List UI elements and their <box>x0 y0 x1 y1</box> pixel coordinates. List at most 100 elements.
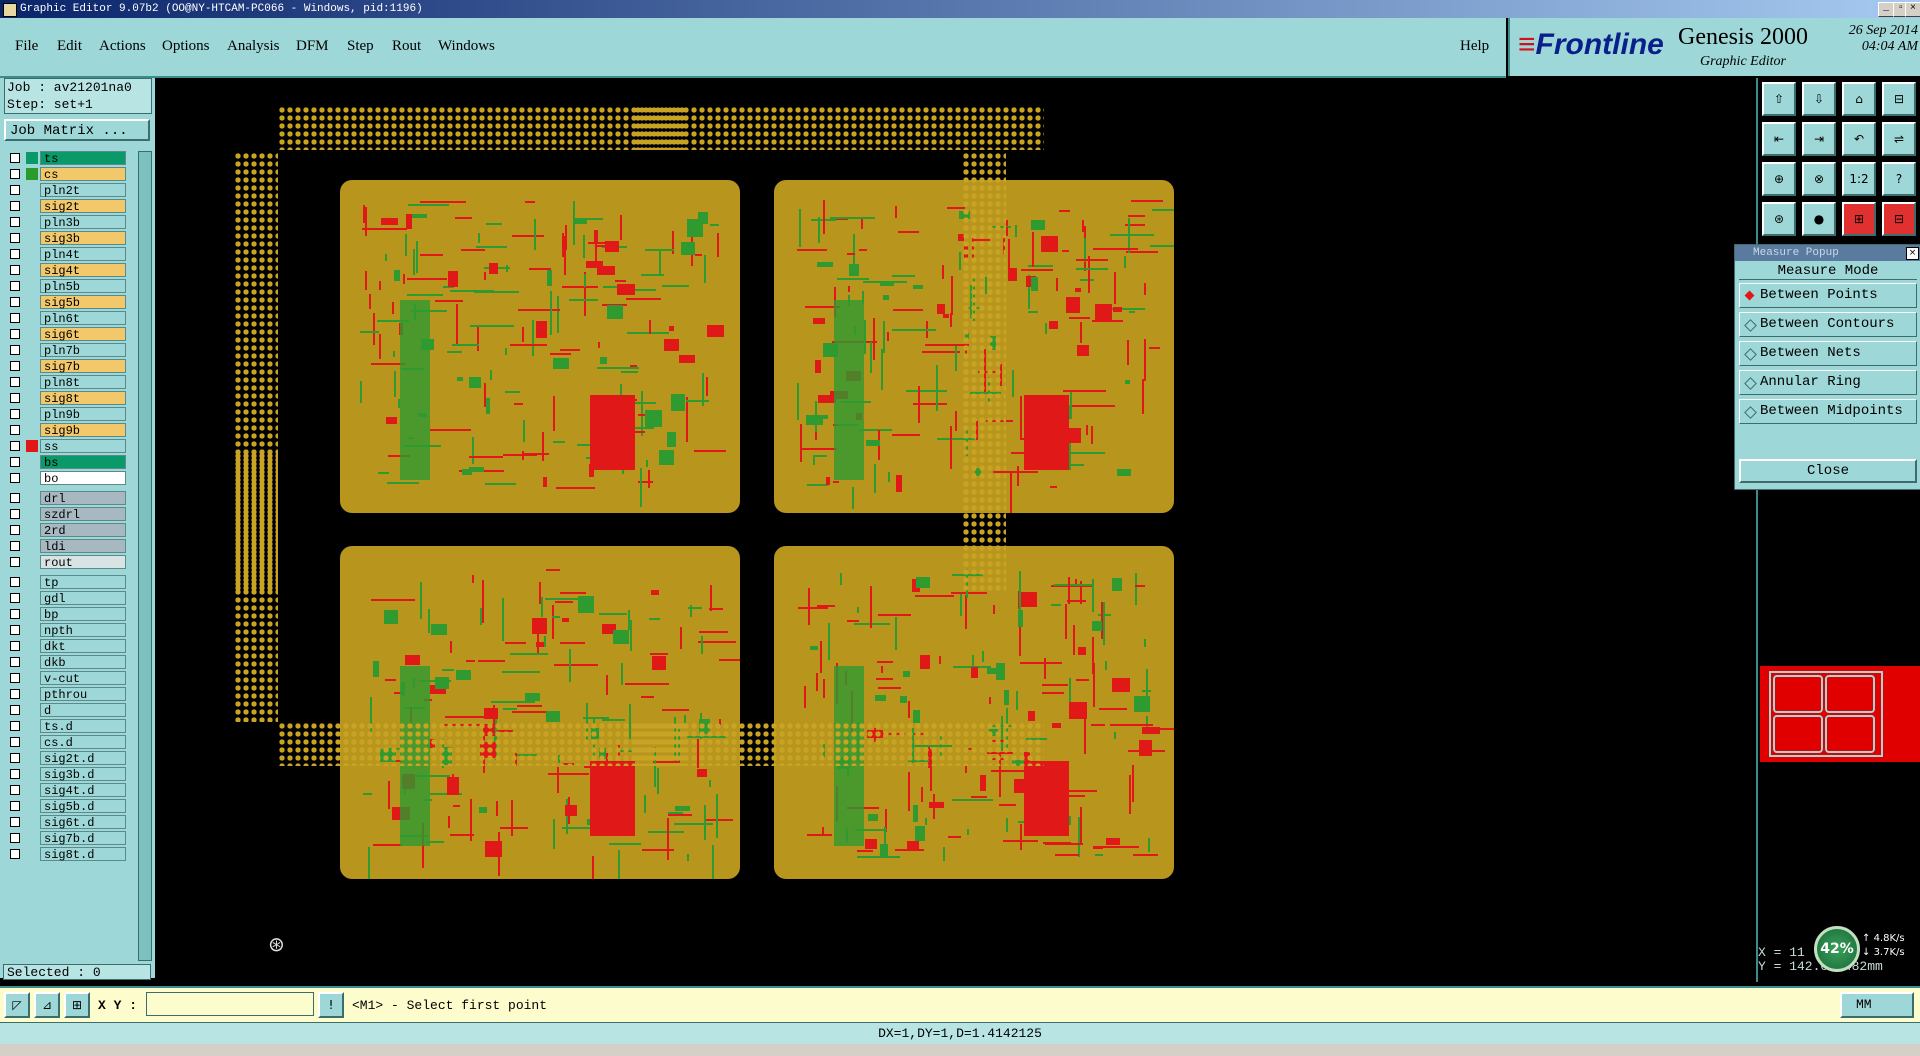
layer-checkbox[interactable] <box>10 377 20 387</box>
layer-name[interactable]: pln8t <box>40 375 126 390</box>
layer-checkbox[interactable] <box>10 705 20 715</box>
close-window-icon[interactable]: × <box>1905 2 1920 17</box>
layer-color-swatch[interactable] <box>26 440 38 452</box>
layer-name[interactable]: sig4t.d <box>40 783 126 798</box>
layer-row[interactable]: pthrou <box>4 687 126 702</box>
layer-row[interactable]: npth <box>4 623 126 638</box>
layer-name[interactable]: sig6t.d <box>40 815 126 830</box>
layer-checkbox[interactable] <box>10 409 20 419</box>
layer-row[interactable]: bo <box>4 471 126 486</box>
layer-name[interactable]: ts <box>40 151 126 166</box>
layer-checkbox[interactable] <box>10 281 20 291</box>
layer-icon[interactable]: ⊛ <box>1762 202 1796 236</box>
layer-color-swatch[interactable] <box>26 344 38 356</box>
pcb-board[interactable] <box>774 546 1174 879</box>
layer-checkbox[interactable] <box>10 457 20 467</box>
layer-checkbox[interactable] <box>10 593 20 603</box>
layer-row[interactable]: tp <box>4 575 126 590</box>
layer-name[interactable]: sig3b.d <box>40 767 126 782</box>
layer-name[interactable]: sig4t <box>40 263 126 278</box>
layer-row[interactable]: pln8t <box>4 375 126 390</box>
help-icon[interactable]: ? <box>1882 162 1916 196</box>
layer-color-swatch[interactable] <box>26 768 38 780</box>
layer-row[interactable]: dkt <box>4 639 126 654</box>
layer-row[interactable]: sig8t <box>4 391 126 406</box>
layer-name[interactable]: pln7b <box>40 343 126 358</box>
layer-color-swatch[interactable] <box>26 576 38 588</box>
layer-name[interactable]: gdl <box>40 591 126 606</box>
layer-name[interactable]: sig5b.d <box>40 799 126 814</box>
layer-checkbox[interactable] <box>10 753 20 763</box>
menu-dfm[interactable]: DFM <box>296 38 329 55</box>
layer-checkbox[interactable] <box>10 641 20 651</box>
layer-checkbox[interactable] <box>10 577 20 587</box>
layer-name[interactable]: tp <box>40 575 126 590</box>
layer-scrollbar[interactable] <box>138 151 152 961</box>
layer-name[interactable]: ldi <box>40 539 126 554</box>
pan-right-icon[interactable]: ⇥ <box>1802 122 1836 156</box>
layer-row[interactable]: bp <box>4 607 126 622</box>
layer-color-swatch[interactable] <box>26 800 38 812</box>
layer-color-swatch[interactable] <box>26 752 38 764</box>
xy-input[interactable] <box>146 992 314 1016</box>
measure-icon[interactable]: ● <box>1802 202 1836 236</box>
layer-row[interactable]: 2rd <box>4 523 126 538</box>
layer-row[interactable]: sig8t.d <box>4 847 126 862</box>
layer-name[interactable]: cs.d <box>40 735 126 750</box>
layer-color-swatch[interactable] <box>26 492 38 504</box>
menu-rout[interactable]: Rout <box>392 38 421 55</box>
layer-color-swatch[interactable] <box>26 640 38 652</box>
layer-checkbox[interactable] <box>10 525 20 535</box>
layer-name[interactable]: sig6t <box>40 327 126 342</box>
graph-icon[interactable]: ⊟ <box>1882 202 1916 236</box>
layer-color-swatch[interactable] <box>26 784 38 796</box>
layer-name[interactable]: pln5b <box>40 279 126 294</box>
grid-snap-icon[interactable]: ⊞ <box>64 992 90 1018</box>
layer-name[interactable]: sig8t.d <box>40 847 126 862</box>
layer-row[interactable]: pln7b <box>4 343 126 358</box>
menu-analysis[interactable]: Analysis <box>227 38 280 55</box>
pcb-board[interactable] <box>340 180 740 513</box>
layer-row[interactable]: d <box>4 703 126 718</box>
layer-color-swatch[interactable] <box>26 456 38 468</box>
layer-checkbox[interactable] <box>10 541 20 551</box>
measure-option[interactable]: Between Midpoints <box>1739 399 1917 424</box>
layer-name[interactable]: 2rd <box>40 523 126 538</box>
pcb-board[interactable] <box>340 546 740 879</box>
layer-checkbox[interactable] <box>10 737 20 747</box>
layer-row[interactable]: pln9b <box>4 407 126 422</box>
job-matrix-button[interactable]: Job Matrix ... <box>4 119 150 141</box>
layer-row[interactable]: szdrl <box>4 507 126 522</box>
layer-color-swatch[interactable] <box>26 312 38 324</box>
snap-mode-icon[interactable]: ◸ <box>4 992 30 1018</box>
measure-option[interactable]: Between Points <box>1739 283 1917 308</box>
overview-map[interactable] <box>1760 666 1920 762</box>
layer-checkbox[interactable] <box>10 249 20 259</box>
redraw-icon[interactable]: ⇩ <box>1802 82 1836 116</box>
measure-popup-title[interactable]: Measure Popup <box>1735 245 1920 261</box>
menu-options[interactable]: Options <box>162 38 210 55</box>
pan-left-icon[interactable]: ⇤ <box>1762 122 1796 156</box>
layer-checkbox[interactable] <box>10 557 20 567</box>
layer-name[interactable]: pln3b <box>40 215 126 230</box>
layer-color-swatch[interactable] <box>26 688 38 700</box>
layer-checkbox[interactable] <box>10 785 20 795</box>
layer-name[interactable]: sig8t <box>40 391 126 406</box>
layer-checkbox[interactable] <box>10 625 20 635</box>
layer-name[interactable]: pln9b <box>40 407 126 422</box>
layer-color-swatch[interactable] <box>26 508 38 520</box>
window-icon[interactable]: ⊟ <box>1882 82 1916 116</box>
layer-checkbox[interactable] <box>10 265 20 275</box>
layer-checkbox[interactable] <box>10 493 20 503</box>
layer-name[interactable]: ts.d <box>40 719 126 734</box>
layer-color-swatch[interactable] <box>26 848 38 860</box>
layer-color-swatch[interactable] <box>26 556 38 568</box>
menu-help[interactable]: Help <box>1460 38 1489 55</box>
close-icon[interactable]: × <box>1906 247 1919 260</box>
layer-row[interactable]: sig3b.d <box>4 767 126 782</box>
layer-row[interactable]: pln4t <box>4 247 126 262</box>
layer-color-swatch[interactable] <box>26 264 38 276</box>
layer-color-swatch[interactable] <box>26 608 38 620</box>
layer-row[interactable]: sig6t.d <box>4 815 126 830</box>
layer-name[interactable]: rout <box>40 555 126 570</box>
